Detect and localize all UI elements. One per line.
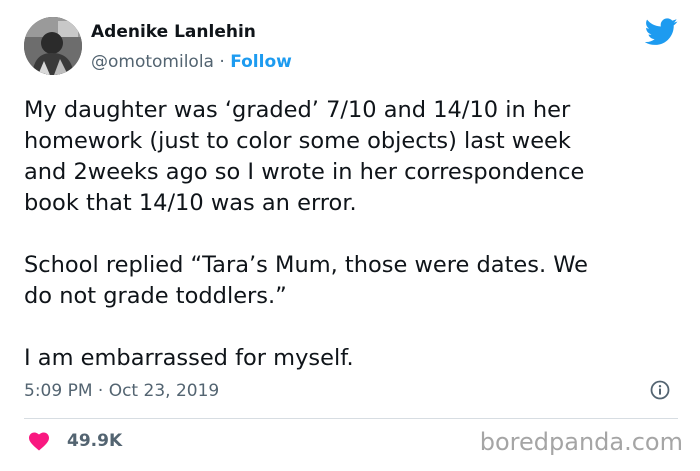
avatar-photo bbox=[24, 17, 82, 75]
author-block: Adenike Lanlehin @omotomilola · Follow bbox=[91, 20, 292, 74]
like-count: 49.9K bbox=[67, 431, 123, 451]
watermark: boredpanda.com bbox=[479, 428, 683, 456]
handle-row: @omotomilola · Follow bbox=[91, 50, 292, 74]
avatar[interactable] bbox=[24, 17, 82, 75]
author-name[interactable]: Adenike Lanlehin bbox=[91, 20, 292, 44]
divider bbox=[24, 418, 678, 419]
tweet-timestamp[interactable]: 5:09 PM · Oct 23, 2019 bbox=[24, 379, 219, 403]
author-handle[interactable]: @omotomilola bbox=[91, 52, 214, 72]
heart-icon[interactable] bbox=[28, 431, 50, 451]
tweet-text: My daughter was ‘graded’ 7/10 and 14/10 … bbox=[24, 97, 589, 371]
follow-link[interactable]: Follow bbox=[230, 52, 292, 72]
separator: · bbox=[219, 52, 225, 72]
info-icon[interactable] bbox=[650, 380, 670, 400]
like-action[interactable]: 49.9K bbox=[28, 428, 122, 454]
twitter-bird-icon[interactable] bbox=[645, 18, 678, 46]
